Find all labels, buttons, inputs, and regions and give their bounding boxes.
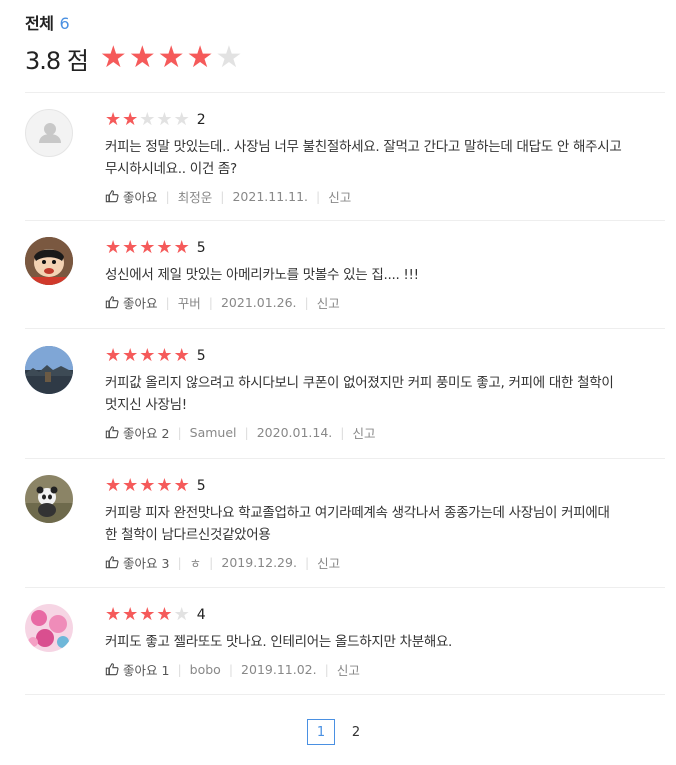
star-icon: ★ <box>156 237 173 258</box>
review-rating: 5 <box>196 348 206 364</box>
report-link[interactable]: 신고 <box>317 553 340 572</box>
star-icon: ★ <box>122 345 139 366</box>
star-empty-icon: ★ <box>156 109 173 130</box>
page-2-button[interactable]: 2 <box>343 719 369 745</box>
star-icon: ★ <box>156 604 173 625</box>
default-user-icon[interactable] <box>25 109 73 157</box>
star-icon: ★ <box>156 475 173 496</box>
star-empty-icon: ★ <box>173 604 190 625</box>
star-icon: ★ <box>186 40 214 75</box>
star-icon: ★ <box>156 345 173 366</box>
star-icon: ★ <box>122 475 139 496</box>
star-icon: ★ <box>105 345 122 366</box>
review-rating: 5 <box>196 478 206 494</box>
star-icon: ★ <box>122 109 139 130</box>
review-meta: 좋아요 3 | ㅎ | 2019.12.29. | 신고 <box>105 553 655 571</box>
review-meta: 좋아요 1 | bobo | 2019.11.02. | 신고 <box>105 660 655 678</box>
review-stars: ★ ★ ★ ★ ★ 5 <box>105 476 655 496</box>
review-date: 2020.01.14. <box>256 424 333 440</box>
star-icon: ★ <box>139 475 156 496</box>
average-rating: 3.8 점 ★ ★ ★ ★ ★ <box>25 40 244 76</box>
like-button[interactable]: 좋아요 <box>105 187 158 206</box>
star-icon: ★ <box>105 604 122 625</box>
star-icon: ★ <box>139 345 156 366</box>
review-rating: 4 <box>196 607 206 623</box>
landscape-avatar[interactable] <box>25 346 73 394</box>
review-text: 성신에서 제일 맛있는 아메리카노를 맛볼수 있는 집.... !!! <box>105 267 419 283</box>
star-empty-icon: ★ <box>173 109 190 130</box>
review-meta: 좋아요 | 최정운 | 2021.11.11. | 신고 <box>105 187 655 205</box>
page-1-button[interactable]: 1 <box>307 719 335 745</box>
star-icon: ★ <box>157 40 185 75</box>
review-author[interactable]: Samuel <box>190 425 237 440</box>
review-rating: 2 <box>196 112 206 128</box>
report-link[interactable]: 신고 <box>353 423 376 442</box>
star-empty-icon: ★ <box>139 109 156 130</box>
review-rating: 5 <box>196 240 206 256</box>
star-empty-icon: ★ <box>215 40 243 75</box>
review-count: 6 <box>59 14 70 33</box>
like-button[interactable]: 좋아요 1 <box>105 660 169 679</box>
star-icon: ★ <box>105 475 122 496</box>
review-author[interactable]: 꾸버 <box>178 293 201 312</box>
thumbs-up-icon <box>105 663 119 676</box>
review-stars: ★ ★ ★ ★ ★ 4 <box>105 605 655 625</box>
review-date: 2019.11.02. <box>241 661 317 677</box>
review-header-label: 전체 <box>25 14 54 33</box>
review-date: 2021.01.26. <box>220 294 297 310</box>
star-icon: ★ <box>122 237 139 258</box>
review-item: ★ ★ ★ ★ ★ 5 성신에서 제일 맛있는 아메리카노를 맛볼수 있는 집.... … <box>25 221 665 329</box>
review-author[interactable]: bobo <box>190 662 221 677</box>
star-icon: ★ <box>128 40 156 75</box>
thumbs-up-icon <box>105 426 119 439</box>
thumbs-up-icon <box>105 556 119 569</box>
star-icon: ★ <box>139 237 156 258</box>
star-icon: ★ <box>139 604 156 625</box>
star-icon: ★ <box>173 475 190 496</box>
review-text: 커피도 좋고 젤라또도 맛나요. 인테리어는 올드하지만 차분해요. <box>105 634 453 650</box>
average-score: 3.8 점 <box>25 46 89 75</box>
like-button[interactable]: 좋아요 <box>105 293 158 312</box>
review-item: ★ ★ ★ ★ ★ 4 커피도 좋고 젤라또도 맛나요. 인테리어는 올드하지만 차분해… <box>25 588 665 695</box>
review-text: 커피랑 피자 완전맛나요 학교졸업하고 여기라떼계속 생각나서 종종가는데 사장… <box>105 505 610 543</box>
review-stars: ★ ★ ★ ★ ★ 5 <box>105 346 655 366</box>
star-icon: ★ <box>99 40 127 75</box>
review-item: ★ ★ ★ ★ ★ 5 커피값 올리지 않으려고 하시다보니 쿠폰이 없어졌지만 커피 … <box>25 329 665 459</box>
review-text: 커피값 올리지 않으려고 하시다보니 쿠폰이 없어졌지만 커피 풍미도 좋고, … <box>105 375 614 413</box>
review-stars: ★ ★ ★ ★ ★ 2 <box>105 110 655 130</box>
star-icon: ★ <box>173 345 190 366</box>
review-text: 커피는 정말 맛있는데.. 사장님 너무 불친절하세요. 잘먹고 간다고 말하는… <box>105 139 622 177</box>
star-icon: ★ <box>173 237 190 258</box>
like-button[interactable]: 좋아요 2 <box>105 423 169 442</box>
review-meta: 좋아요 2 | Samuel | 2020.01.14. | 신고 <box>105 423 655 441</box>
review-header: 전체 6 <box>25 10 70 34</box>
report-link[interactable]: 신고 <box>337 660 360 679</box>
pagination: 1 2 <box>0 719 676 745</box>
thumbs-up-icon <box>105 296 119 309</box>
star-icon: ★ <box>105 237 122 258</box>
star-icon: ★ <box>122 604 139 625</box>
average-stars: ★ ★ ★ ★ ★ <box>100 43 245 73</box>
review-stars: ★ ★ ★ ★ ★ 5 <box>105 238 655 258</box>
review-item: ★ ★ ★ ★ ★ 2 커피는 정말 맛있는데.. 사장님 너무 불친절하세요. 잘먹고… <box>25 93 665 221</box>
report-link[interactable]: 신고 <box>328 187 351 206</box>
review-author[interactable]: ㅎ <box>190 553 202 572</box>
review-meta: 좋아요 | 꾸버 | 2021.01.26. | 신고 <box>105 293 655 311</box>
review-item: ★ ★ ★ ★ ★ 5 커피랑 피자 완전맛나요 학교졸업하고 여기라떼계속 생각나서 … <box>25 459 665 588</box>
thumbs-up-icon <box>105 190 119 203</box>
cartoon-avatar[interactable] <box>25 237 73 285</box>
review-author[interactable]: 최정운 <box>178 187 213 206</box>
flowers-avatar[interactable] <box>25 604 73 652</box>
review-date: 2021.11.11. <box>232 188 309 204</box>
report-link[interactable]: 신고 <box>317 293 340 312</box>
star-icon: ★ <box>105 109 122 130</box>
panda-avatar[interactable] <box>25 475 73 523</box>
review-date: 2019.12.29. <box>221 554 297 570</box>
like-button[interactable]: 좋아요 3 <box>105 553 169 572</box>
